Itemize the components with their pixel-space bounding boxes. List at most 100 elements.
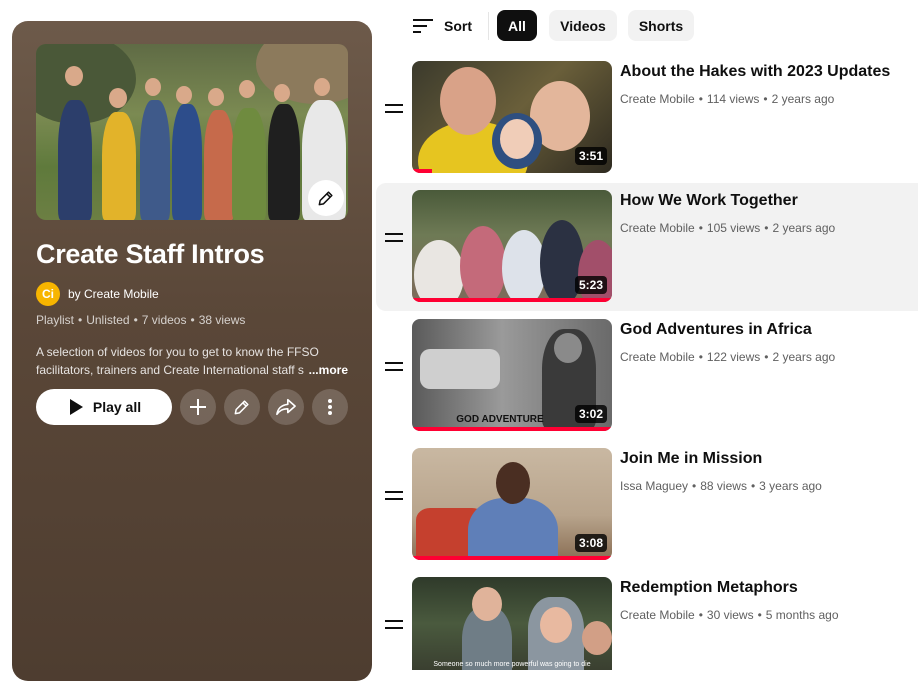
drag-handle-icon[interactable] [385, 491, 403, 505]
share-button[interactable] [268, 389, 304, 425]
playlist-video-row[interactable]: 3:51 About the Hakes with 2023 Updates C… [376, 54, 918, 182]
playlist-views: 38 views [198, 313, 246, 327]
video-thumbnail[interactable]: 3:08 [412, 448, 612, 560]
video-views: 30 views [706, 608, 754, 622]
thumb-face [440, 67, 496, 135]
chip-videos[interactable]: Videos [549, 10, 617, 41]
video-meta: Create Mobile • 105 views • 2 years ago [620, 221, 836, 235]
watch-progress-bar [412, 169, 432, 173]
video-duration: 3:51 [574, 147, 607, 165]
drag-handle-icon[interactable] [385, 362, 403, 376]
edit-playlist-button[interactable] [224, 389, 260, 425]
video-duration: 5:23 [574, 276, 607, 294]
play-all-label: Play all [92, 399, 142, 415]
playlist-video-row[interactable]: Someone so much more powerful was going … [376, 570, 918, 670]
playlist-header-panel: Create Staff Intros Ci by Create Mobile … [12, 21, 372, 681]
playlist-owner[interactable]: Ci by Create Mobile [36, 282, 159, 306]
video-channel[interactable]: Create Mobile [620, 608, 695, 622]
thumb-face [472, 587, 502, 621]
cover-person-head [65, 66, 83, 86]
video-views: 122 views [706, 350, 761, 364]
thumb-face [496, 462, 530, 504]
thumb-figure [414, 240, 464, 302]
video-duration: 3:02 [574, 405, 607, 423]
cover-person [102, 112, 136, 220]
video-meta: Create Mobile • 122 views • 2 years ago [620, 350, 836, 364]
cover-person [58, 100, 92, 220]
video-age: 2 years ago [772, 221, 836, 235]
sort-lines-icon [413, 19, 433, 33]
more-options-button[interactable] [312, 389, 348, 425]
video-channel[interactable]: Create Mobile [620, 92, 695, 106]
playlist-visibility: Unlisted [86, 313, 130, 327]
pencil-icon [234, 400, 249, 415]
playlist-video-row[interactable]: GOD ADVENTURE 3:02 God Adventures in Afr… [376, 312, 918, 440]
sort-label: Sort [444, 18, 472, 34]
video-views: 114 views [706, 92, 760, 106]
drag-handle-icon[interactable] [385, 620, 403, 634]
cover-person-head [208, 88, 224, 106]
cover-person-head [314, 78, 330, 96]
video-channel[interactable]: Issa Maguey [620, 479, 688, 493]
thumb-face [500, 119, 534, 159]
thumb-face [554, 333, 582, 363]
playlist-video-count: 7 videos [141, 313, 187, 327]
video-thumbnail[interactable]: 3:51 [412, 61, 612, 173]
drag-handle-icon[interactable] [385, 233, 403, 247]
video-title[interactable]: About the Hakes with 2023 Updates [620, 63, 890, 81]
play-triangle-icon [69, 399, 83, 415]
playlist-title: Create Staff Intros [36, 239, 265, 269]
video-views: 105 views [706, 221, 761, 235]
video-channel[interactable]: Create Mobile [620, 350, 695, 364]
video-thumbnail[interactable]: Someone so much more powerful was going … [412, 577, 612, 670]
edit-cover-button[interactable] [308, 180, 344, 216]
video-views: 88 views [700, 479, 747, 493]
cover-person [172, 104, 202, 220]
chip-shorts[interactable]: Shorts [628, 10, 694, 41]
drag-handle-icon[interactable] [385, 104, 403, 118]
avatar[interactable]: Ci [36, 282, 60, 306]
watch-progress-bar [412, 298, 612, 302]
video-meta: Issa Maguey • 88 views • 3 years ago [620, 479, 822, 493]
cover-person-head [145, 78, 161, 96]
thumb-face [582, 621, 612, 655]
thumb-figure [460, 226, 506, 302]
thumb-object [420, 349, 500, 389]
playlist-video-row[interactable]: 5:23 How We Work Together Create Mobile •… [376, 183, 918, 311]
more-link[interactable]: ...more [309, 361, 348, 379]
video-title[interactable]: Join Me in Mission [620, 450, 762, 468]
play-all-button[interactable]: Play all [36, 389, 172, 425]
owner-name[interactable]: by Create Mobile [68, 287, 159, 301]
video-age: 5 months ago [765, 608, 839, 622]
chip-all[interactable]: All [497, 10, 537, 41]
playlist-video-row[interactable]: 3:08 Join Me in Mission Issa Maguey • 88 v… [376, 441, 918, 569]
thumbnail-subtitle: Someone so much more powerful was going … [433, 661, 591, 668]
video-title[interactable]: How We Work Together [620, 192, 798, 210]
cover-person-head [274, 84, 290, 102]
playlist-cover-image[interactable] [36, 44, 348, 220]
thumb-face [540, 607, 572, 643]
cover-person [232, 108, 266, 220]
filter-divider [488, 12, 489, 40]
plus-icon [190, 399, 206, 415]
video-meta: Create Mobile • 30 views • 5 months ago [620, 608, 839, 622]
video-thumbnail[interactable]: 5:23 [412, 190, 612, 302]
video-meta: Create Mobile • 114 views • 2 years ago [620, 92, 835, 106]
pencil-icon [318, 191, 333, 206]
share-arrow-icon [276, 398, 296, 416]
description-text: A selection of videos for you to get to … [36, 345, 319, 377]
playlist-type: Playlist [36, 313, 75, 327]
sort-button[interactable]: Sort [412, 10, 472, 42]
playlist-description: A selection of videos for you to get to … [36, 343, 348, 379]
thumb-figure [468, 498, 558, 560]
add-to-button[interactable] [180, 389, 216, 425]
cover-building [256, 44, 348, 104]
video-thumbnail[interactable]: GOD ADVENTURE 3:02 [412, 319, 612, 431]
playlist-actions: Play all [36, 389, 356, 425]
cover-person-head [176, 86, 192, 104]
video-age: 2 years ago [771, 92, 835, 106]
video-title[interactable]: Redemption Metaphors [620, 579, 798, 597]
video-title[interactable]: God Adventures in Africa [620, 321, 812, 339]
video-channel[interactable]: Create Mobile [620, 221, 695, 235]
video-age: 2 years ago [772, 350, 836, 364]
